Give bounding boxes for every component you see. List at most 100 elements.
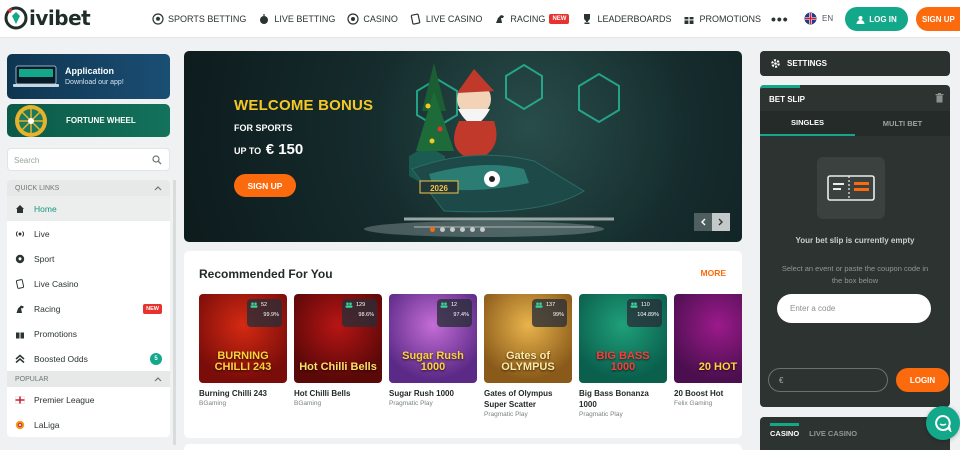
carousel-dot[interactable] xyxy=(430,227,435,232)
empty-ticket-illustration xyxy=(817,157,885,219)
tab-multi-bet[interactable]: MULTI BET xyxy=(855,111,950,136)
sidebar-item-label: Promotions xyxy=(34,328,77,339)
sidebar-item-racing[interactable]: Racing NEW xyxy=(7,296,170,321)
game-name: Burning Chilli 243 xyxy=(199,389,268,398)
game-provider: Pragmatic Play xyxy=(389,400,433,407)
banner-headline: WELCOME BONUS xyxy=(234,97,374,114)
game-thumbnail: 110 104.89% BIG BASS 1000 xyxy=(579,294,667,383)
promo-banner[interactable]: 2026 WELCOME BONUS FOR SPORTS UP TO € 15… xyxy=(184,51,742,242)
search-box xyxy=(7,148,170,171)
signup-label: SIGN UP xyxy=(922,14,955,24)
nav-racing[interactable]: RACING NEW xyxy=(494,13,570,25)
more-menu-button[interactable]: ••• xyxy=(771,11,789,27)
carousel-dots xyxy=(430,227,485,232)
trophy-icon xyxy=(584,14,591,24)
carousel-next-button[interactable] xyxy=(712,213,730,231)
nav-label: LEADERBOARDS xyxy=(597,14,672,24)
tab-singles[interactable]: SINGLES xyxy=(760,111,855,136)
gift-icon xyxy=(16,330,24,338)
bet-slip-login-button[interactable]: LOGIN xyxy=(896,368,949,392)
nav-live-casino[interactable]: LIVE CASINO xyxy=(410,13,483,25)
sidebar-item-premier-league[interactable]: Premier League xyxy=(7,387,170,412)
chat-bubble-icon xyxy=(935,414,952,432)
game-card[interactable]: 110 104.89% BIG BASS 1000 Big Bass Bonanza … xyxy=(579,294,667,418)
game-art-title: Sugar Rush 1000 xyxy=(402,350,464,373)
carousel-dot[interactable] xyxy=(480,227,485,232)
sidebar-item-label: Live Casino xyxy=(34,278,79,289)
logo[interactable]: ivibet xyxy=(4,6,91,30)
more-link[interactable]: MORE xyxy=(701,268,727,278)
nav-promotions[interactable]: PROMOTIONS xyxy=(683,13,761,25)
nav-label: LIVE BETTING xyxy=(274,14,336,24)
horse-icon xyxy=(16,305,24,313)
sidebar-scrollbar[interactable] xyxy=(173,180,176,445)
tab-casino[interactable]: CASINO xyxy=(770,423,800,438)
bet-slip-title: BET SLIP xyxy=(760,85,805,111)
game-thumbnail: 137 99% Gates of OLYMPUS xyxy=(484,294,572,383)
nav-label: SPORTS BETTING xyxy=(168,14,247,24)
nav-leaderboards[interactable]: LEADERBOARDS xyxy=(581,13,671,25)
game-card[interactable]: 52 99.9% BURNING CHILLI 243 Burning Chilli … xyxy=(199,294,287,418)
game-rtp: 99.9% xyxy=(263,312,279,318)
sidebar-item-promotions[interactable]: Promotions xyxy=(7,321,170,346)
sidebar-item-home[interactable]: Home xyxy=(7,196,170,221)
game-card[interactable]: 137 99% Gates of OLYMPUS Gates of Olympus S… xyxy=(484,294,572,418)
players-icon xyxy=(250,302,258,308)
game-name: Sugar Rush 1000 xyxy=(389,389,454,398)
england-flag-icon xyxy=(15,395,25,404)
login-button[interactable]: LOG IN xyxy=(845,7,908,31)
language-selector[interactable]: EN xyxy=(804,12,833,25)
sidebar-item-boosted-odds[interactable]: Boosted Odds 5 xyxy=(7,346,170,371)
games-row: 52 99.9% BURNING CHILLI 243 Burning Chilli … xyxy=(199,294,742,418)
settings-button[interactable]: SETTINGS xyxy=(760,51,950,76)
sidebar-item-live[interactable]: Live xyxy=(7,221,170,246)
casino-widget-tabs: CASINO LIVE CASINO xyxy=(760,417,950,450)
nav-casino[interactable]: CASINO xyxy=(347,13,398,25)
game-art-title: Gates of OLYMPUS xyxy=(501,350,555,373)
search-input[interactable] xyxy=(14,154,144,166)
carousel-dot[interactable] xyxy=(450,227,455,232)
game-stats-badge: 110 104.89% xyxy=(627,299,662,327)
trash-icon[interactable] xyxy=(935,93,944,103)
carousel-dot[interactable] xyxy=(440,227,445,232)
game-provider: Pragmatic Play xyxy=(579,411,623,418)
carousel-prev-button[interactable] xyxy=(694,213,712,231)
section-title: Recommended For You xyxy=(199,267,333,281)
popular-header[interactable]: POPULAR xyxy=(7,371,170,387)
carousel-dot[interactable] xyxy=(470,227,475,232)
game-card[interactable]: 129 98.6% Hot Chilli Bells Hot Chilli Bells… xyxy=(294,294,382,418)
carousel-arrows xyxy=(694,213,730,231)
live-chat-button[interactable] xyxy=(926,406,960,440)
game-thumbnail: 20 HOT xyxy=(674,294,742,383)
coupon-code-input[interactable] xyxy=(777,294,931,323)
sidebar-item-live-casino[interactable]: Live Casino xyxy=(7,271,170,296)
game-card[interactable]: 12 97.4% Sugar Rush 1000 Sugar Rush 1000 Pra… xyxy=(389,294,477,418)
carousel-dot[interactable] xyxy=(460,227,465,232)
nav-live-betting[interactable]: LIVE BETTING xyxy=(258,13,335,25)
players-icon xyxy=(440,302,448,308)
soccer-icon xyxy=(15,254,25,263)
quick-links-header[interactable]: QUICK LINKS xyxy=(7,180,170,196)
sidebar-item-sport[interactable]: Sport xyxy=(7,246,170,271)
signup-button[interactable]: SIGN UP xyxy=(916,7,960,31)
game-art-title: Hot Chilli Bells xyxy=(299,361,377,373)
game-rtp: 97.4% xyxy=(453,312,469,318)
popular-label: POPULAR xyxy=(15,375,49,383)
nav-label: CASINO xyxy=(363,14,398,24)
card-icon xyxy=(15,278,25,289)
search-icon[interactable] xyxy=(152,155,162,165)
game-provider: Felix Gaming xyxy=(674,400,713,407)
sidebar-item-laliga[interactable]: LaLiga xyxy=(7,412,170,437)
live-ball-icon xyxy=(260,14,269,24)
banner-amount: € 150 xyxy=(265,141,304,158)
nav-sports-betting[interactable]: SPORTS BETTING xyxy=(152,13,246,25)
app-download-card[interactable]: Application Download our app! xyxy=(7,54,170,99)
game-card[interactable]: 20 HOT 20 Boost Hot Felix Gaming xyxy=(674,294,742,418)
tab-live-casino[interactable]: LIVE CASINO xyxy=(809,429,857,438)
fortune-wheel-card[interactable]: FORTUNE WHEEL xyxy=(7,104,170,137)
banner-signup-button[interactable]: SIGN UP xyxy=(234,174,296,197)
sidebar-item-label: Boosted Odds xyxy=(34,353,88,364)
game-stats-badge: 12 97.4% xyxy=(437,299,472,327)
stake-amount-input[interactable] xyxy=(768,368,888,392)
nav-label: LIVE CASINO xyxy=(425,14,483,24)
